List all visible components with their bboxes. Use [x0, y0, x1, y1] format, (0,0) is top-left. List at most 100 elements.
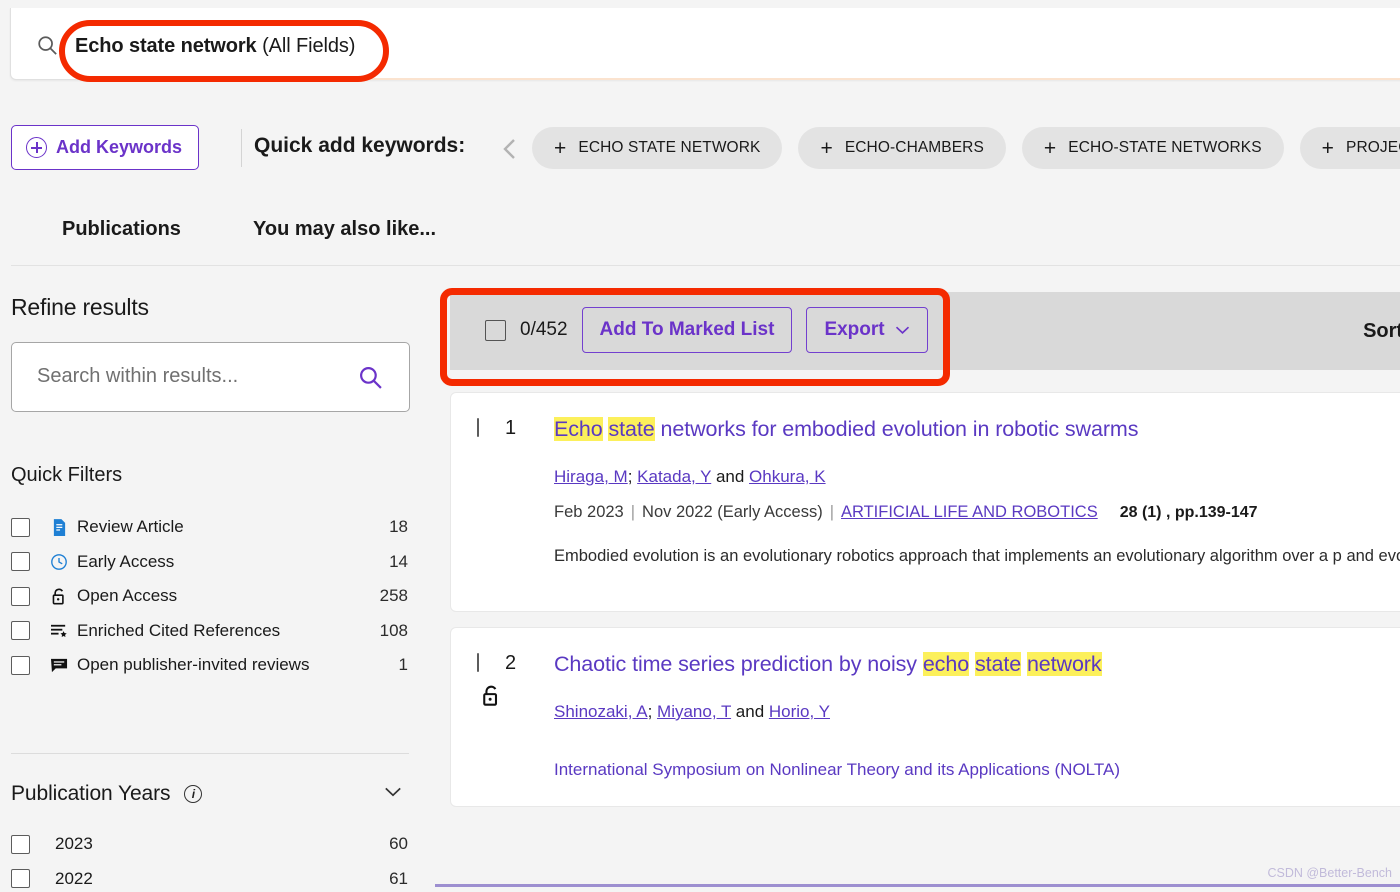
result-authors: Shinozaki, A; Miyano, T and Horio, Y — [554, 701, 830, 723]
publication-years-section-header[interactable]: Publication Years i — [11, 777, 410, 811]
result-checkbox[interactable] — [477, 653, 479, 672]
keyword-chip-label: ECHO-STATE NETWORKS — [1068, 139, 1261, 157]
filter-checkbox[interactable] — [11, 621, 30, 640]
search-query-value[interactable]: Echo state network (All Fields) — [75, 33, 355, 59]
year-checkbox[interactable] — [11, 835, 30, 854]
add-keywords-button[interactable]: Add Keywords — [11, 125, 199, 170]
export-button[interactable]: Export — [806, 307, 927, 353]
result-metadata: Feb 2023|Nov 2022 (Early Access)|ARTIFIC… — [554, 501, 1258, 524]
publication-date: Feb 2023 — [554, 503, 624, 521]
author-link[interactable]: Miyano, T — [657, 702, 731, 721]
add-to-marked-list-label: Add To Marked List — [600, 319, 775, 341]
search-within-results-input[interactable]: Search within results... — [11, 342, 410, 412]
footer-progress-bar — [435, 884, 1400, 887]
filter-row-open-publisher-invited-reviews[interactable]: Open publisher-invited reviews 1 — [11, 648, 410, 683]
query-term: Echo state network — [75, 35, 257, 57]
filter-checkbox[interactable] — [11, 518, 30, 537]
volume-pages: 28 (1) , pp.139-147 — [1120, 504, 1258, 521]
plus-icon: + — [1322, 138, 1334, 159]
plus-icon: + — [1044, 138, 1056, 159]
result-title[interactable]: Chaotic time series prediction by noisy … — [554, 650, 1389, 678]
plus-circle-icon — [26, 137, 47, 158]
title-highlight: state — [608, 417, 654, 441]
result-authors: Hiraga, M; Katada, Y and Ohkura, K — [554, 466, 826, 488]
result-select: 1 — [477, 419, 537, 437]
filter-count: 108 — [380, 621, 408, 641]
result-source[interactable]: International Symposium on Nonlinear The… — [554, 760, 1120, 780]
filter-checkbox[interactable] — [11, 552, 30, 571]
title-highlight: state — [975, 652, 1021, 676]
quick-add-keywords-bar: Add Keywords Quick add keywords: + ECHO … — [0, 112, 1400, 186]
result-abstract: Embodied evolution is an evolutionary ro… — [554, 543, 1400, 569]
author-link[interactable]: Katada, Y — [637, 467, 711, 486]
chevron-down-icon[interactable] — [384, 786, 402, 798]
author-separator: ; — [628, 467, 633, 486]
tab-you-may-also-like[interactable]: You may also like... — [253, 218, 436, 241]
filter-row-open-access[interactable]: Open Access 258 — [11, 579, 410, 614]
tab-publications[interactable]: Publications — [62, 218, 181, 241]
toolbar-actions: 0/452 Add To Marked List Export — [485, 307, 928, 353]
publication-years-title: Publication Years — [11, 782, 170, 806]
export-label: Export — [824, 319, 884, 341]
author-link[interactable]: Shinozaki, A — [554, 702, 648, 721]
year-count: 61 — [389, 869, 408, 889]
filter-row-early-access[interactable]: Early Access 14 — [11, 545, 410, 580]
filter-count: 18 — [389, 517, 408, 537]
filter-checkbox[interactable] — [11, 587, 30, 606]
quick-filters-list: Review Article 18 Early Access 14 Open A… — [11, 510, 410, 683]
filter-label: Open publisher-invited reviews — [77, 655, 309, 675]
results-tab-bar: Publications You may also like... — [0, 204, 1400, 266]
filter-row-year[interactable]: 2023 60 — [11, 827, 410, 862]
result-title[interactable]: Echo state networks for embodied evoluti… — [554, 415, 1389, 443]
add-to-marked-list-button[interactable]: Add To Marked List — [582, 307, 793, 353]
open-access-lock-icon — [481, 684, 503, 708]
abstract-text: Embodied evolution is an evolutionary ro… — [554, 547, 1400, 565]
title-rest: networks for embodied evolution in robot… — [655, 417, 1139, 441]
search-bar-card: Echo state network (All Fields) — [10, 8, 1400, 80]
results-panel: 0/452 Add To Marked List Export Sort by … — [440, 282, 1400, 892]
year-checkbox[interactable] — [11, 869, 30, 888]
author-separator: and — [711, 467, 749, 486]
keyword-chip[interactable]: + PROJECT — [1300, 127, 1400, 169]
keyword-chip-label: ECHO STATE NETWORK — [578, 139, 760, 157]
filter-checkbox[interactable] — [11, 656, 30, 675]
quick-add-keywords-label: Quick add keywords: — [254, 134, 465, 158]
sort-by-label[interactable]: Sort by — [1363, 320, 1400, 343]
select-all-checkbox[interactable] — [485, 320, 506, 341]
plus-icon: + — [554, 138, 566, 159]
filter-label: Early Access — [77, 552, 174, 572]
quick-filters-title: Quick Filters — [11, 464, 122, 487]
search-icon — [36, 34, 58, 56]
early-access-clock-icon — [48, 553, 70, 571]
chevron-left-icon[interactable] — [499, 135, 523, 163]
tab-bar-divider — [11, 265, 1400, 266]
keyword-chip[interactable]: + ECHO STATE NETWORK — [532, 127, 782, 169]
result-checkbox[interactable] — [477, 418, 479, 437]
filter-label: Review Article — [77, 517, 184, 537]
enriched-cited-references-icon — [48, 622, 70, 639]
author-separator: and — [731, 702, 769, 721]
author-link[interactable]: Hiraga, M — [554, 467, 628, 486]
open-access-lock-icon — [48, 587, 70, 606]
keyword-chip[interactable]: + ECHO-CHAMBERS — [798, 127, 1005, 169]
author-link[interactable]: Horio, Y — [769, 702, 830, 721]
year-label: 2022 — [55, 869, 93, 889]
result-card: 1 Echo state networks for embodied evolu… — [450, 392, 1400, 612]
filter-label: Enriched Cited References — [77, 621, 280, 641]
result-select: 2 — [477, 654, 537, 672]
filter-row-review-article[interactable]: Review Article 18 — [11, 510, 410, 545]
filter-row-enriched-cited-references[interactable]: Enriched Cited References 108 — [11, 614, 410, 649]
author-link[interactable]: Ohkura, K — [749, 467, 826, 486]
result-number: 2 — [505, 652, 516, 675]
filter-count: 14 — [389, 552, 408, 572]
title-highlight: Echo — [554, 417, 603, 441]
keyword-chip[interactable]: + ECHO-STATE NETWORKS — [1022, 127, 1284, 169]
journal-link[interactable]: ARTIFICIAL LIFE AND ROBOTICS — [841, 503, 1098, 521]
search-icon[interactable] — [358, 365, 383, 390]
info-icon[interactable]: i — [184, 785, 202, 803]
publication-years-list: 2023 60 2022 61 — [11, 827, 410, 892]
result-number: 1 — [505, 417, 516, 440]
filter-row-year[interactable]: 2022 61 — [11, 862, 410, 892]
keyword-chip-label: PROJECT — [1346, 139, 1400, 157]
title-plain: Chaotic time series prediction by noisy — [554, 652, 923, 676]
